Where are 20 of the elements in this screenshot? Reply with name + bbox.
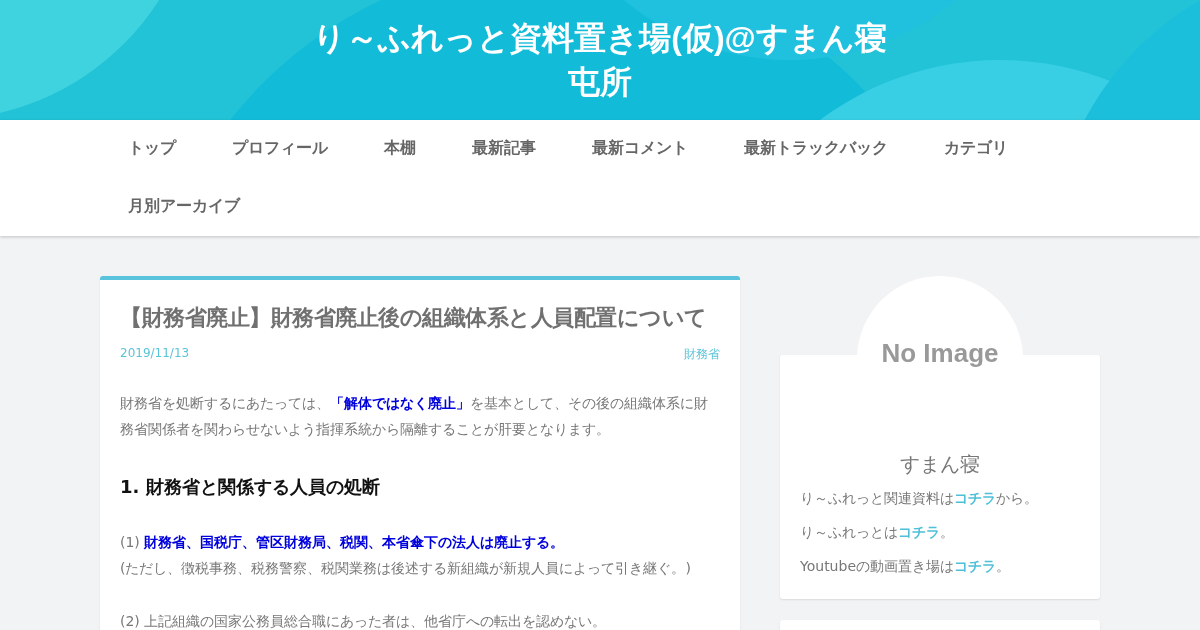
paragraph: 財務省を処断するにあたっては、「解体ではなく廃止」を基本として、その後の組織体系に財務省関係者を関わらせないよう指揮系統から隔離することが肝要となります。 [120,394,709,439]
no-image-text: No Image [881,338,999,368]
paragraph: (ただし、徴税事務、税務警察、税関業務は後述する新組織が新規人員によって引き継ぐ。) [120,559,692,578]
section-heading: 1. 財務省と関係する人員の処断 [120,475,381,499]
article-title[interactable]: 【財務省廃止】財務省廃止後の組織体系と人員配置について [120,300,720,336]
nav-link[interactable]: 本棚 [384,120,416,178]
nav-link[interactable]: カテゴリ [944,120,1008,178]
nav-link[interactable]: 最新コメント [592,120,688,178]
nav-link[interactable]: 最新記事 [472,120,536,178]
nav-link[interactable]: 月別アーカイブ [128,178,240,236]
profile-text: Youtubeの動画置き場はコチラ。 [800,557,1011,576]
paragraph: (1) 財務省、国税庁、管区財務局、税関、本省傘下の法人は廃止する。 [120,533,566,552]
paragraph: (2) 上記組織の国家公務員総合職にあった者は、他省庁への転出を認めない。 [120,612,608,630]
nav-link[interactable]: プロフィール [232,120,328,178]
post-date: 2019/11/13 [120,346,190,362]
profile-text: り～ふれっとはコチラ。 [800,523,955,542]
profile-text: り～ふれっと関連資料はコチラから。 [800,489,1039,508]
profile-name: すまん寝 [899,451,981,478]
nav-link[interactable]: トップ [128,120,176,178]
nav-link[interactable]: 最新トラックバック [744,120,888,178]
